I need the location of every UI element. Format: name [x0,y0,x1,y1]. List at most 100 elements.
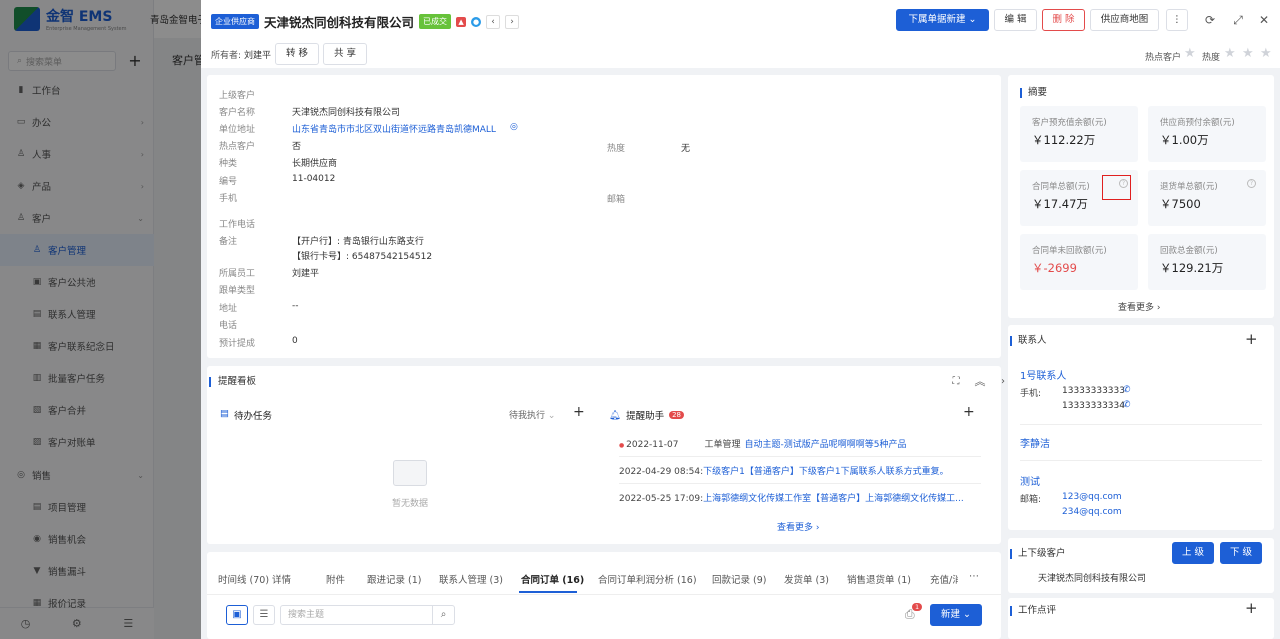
fullscreen-icon[interactable]: ⤢ [1230,12,1246,28]
summary-metric: 供应商预付余额(元) ￥1.00万 [1148,106,1266,162]
add-review-button[interactable]: + [1245,599,1258,617]
info-label: 备注 [219,237,238,247]
todo-title: 待办任务 [233,411,272,422]
info-value: 【开户行】: 青岛银行山东路支行 [292,237,424,247]
info-value: 刘建平 [292,269,320,279]
company-title: 天津锐杰同创科技有限公司 [264,15,415,30]
share-button[interactable]: 共 享 [323,43,367,65]
detail-tab[interactable]: 发货单 (3) [784,572,829,586]
active-tab-underline [519,591,577,593]
heat-field-value: 无 [681,144,691,154]
contacts-title: 联系人 [1010,336,1047,346]
metric-label: 合同单总额(元) [1032,182,1090,192]
reminder-text-link[interactable]: 自动主题-测试版产品呢啊啊啊等5种产品 [744,440,906,450]
more-options-button[interactable]: ⋮ [1166,9,1188,31]
reminder-item[interactable]: ● 2022-11-07 工单管理 自动主题-测试版产品呢啊啊啊等5种产品 [619,437,906,450]
heat-star-icon[interactable]: ★ [1242,46,1254,61]
metric-label: 退货单总额(元) [1160,182,1218,192]
address-link[interactable]: 山东省青岛市市北区双山街道怀远路青岛凯德MALL [292,122,496,135]
detail-tab[interactable]: 联系人管理 (3) [439,572,503,586]
reminder-more-link[interactable]: 查看更多 › [777,520,819,533]
owner-label: 所有者: [211,51,242,61]
phone-icon[interactable]: ✆ [1123,385,1131,395]
highlight-box [1102,175,1131,200]
contact-field-label: 邮箱: [1020,495,1042,505]
detail-tab[interactable]: 销售退货单 (1) [847,572,911,586]
card-view-toggle[interactable]: ▣ [226,605,248,625]
add-todo-button[interactable]: + [573,404,585,420]
detail-tab[interactable]: 详情 [272,572,291,586]
detail-tab[interactable]: 跟进记录 (1) [367,572,421,586]
heat-star-icon[interactable]: ★ [1224,46,1236,61]
info-value: 天津锐杰同创科技有限公司 [292,108,401,118]
child-customer-button[interactable]: 下 级 [1220,542,1262,564]
reminder-item[interactable]: 2022-04-29 08:54:下级客户1【普通客户】下级客户1下属联系人联系… [619,464,949,477]
info-value: 11-04012 [292,174,336,184]
new-record-button[interactable]: 新建 ⌄ [930,604,982,626]
todo-empty-text: 暂无数据 [392,499,429,509]
info-label: 手机 [219,194,238,204]
todo-filter-label: 待我执行 [509,411,546,421]
tabs-divider [207,594,1001,595]
parent-customer-button[interactable]: 上 级 [1172,542,1214,564]
search-icon[interactable]: ⌕ [432,606,454,624]
metric-label: 合同单未回款额(元) [1032,246,1107,256]
todo-filter-select[interactable]: 待我执行 ⌄ [509,408,555,421]
contact-field-value: 13333333334 [1062,401,1125,411]
hot-star-icon[interactable]: ★ [1184,46,1196,61]
detail-tab[interactable]: 时间线 (70) [218,572,269,586]
chevron-down-icon: ⌄ [963,609,971,620]
metric-label: 供应商预付余额(元) [1160,118,1235,128]
refresh-icon[interactable]: ⟳ [1202,12,1218,28]
contact-field-value[interactable]: 234@qq.com [1062,507,1122,517]
reminder-text-link[interactable]: 上海郭德纲文化传媒工作室【普通客户】上海郭德纲文化传媒工... [703,494,964,504]
next-record-button[interactable]: › [505,14,520,29]
cloud-icon[interactable]: ● [471,16,482,27]
location-pin-icon[interactable]: ◎ [510,122,518,132]
panel-toggle-icon[interactable]: › [1001,376,1005,387]
supplier-map-button[interactable]: 供应商地图 [1090,9,1159,31]
contact-name-link[interactable]: 测试 [1020,473,1040,488]
list-view-toggle[interactable]: ☰ [253,605,275,625]
add-reminder-button[interactable]: + [963,404,975,420]
detail-tab[interactable]: 附件 [326,572,345,586]
drawer-header: 企业供应商 天津锐杰同创科技有限公司 已成交 ▲ ● ‹ › 所有者: 刘建平 … [201,0,1280,68]
transfer-button[interactable]: 转 移 [275,43,319,65]
todo-header: ▤ 待办任务 [220,408,272,422]
expand-icon[interactable]: ⛶ [948,374,964,390]
detail-tab[interactable]: 回款记录 (9) [712,572,766,586]
empty-inbox-icon [393,460,427,486]
heat-star-icon[interactable]: ★ [1260,46,1272,61]
reminder-text-link[interactable]: 下级客户1【普通客户】下级客户1下属联系人联系方式重复。 [703,467,948,477]
reminder-item[interactable]: 2022-05-25 17:09:上海郭德纲文化传媒工作室【普通客户】上海郭德纲… [619,491,964,504]
contact-name-link[interactable]: 李静洁 [1020,435,1050,450]
prev-record-button[interactable]: ‹ [486,14,501,29]
new-sub-document-button[interactable]: 下属单据新建 ⌄ [896,9,989,31]
tab-search-placeholder: 搜索主题 [288,610,325,620]
tabs-more-icon[interactable]: ⋯ [969,571,979,582]
alert-icon[interactable]: ▲ [456,16,467,27]
customer-detail-drawer: 企业供应商 天津锐杰同创科技有限公司 已成交 ▲ ● ‹ › 所有者: 刘建平 … [201,0,1280,639]
contact-field-value[interactable]: 123@qq.com [1062,492,1122,502]
tab-search-input[interactable]: 搜索主题 ⌕ [280,605,455,625]
phone-icon[interactable]: ✆ [1123,400,1131,410]
edit-button[interactable]: 编 辑 [994,9,1037,31]
info-label: 单位地址 [219,125,256,135]
delete-button[interactable]: 删 除 [1042,9,1085,31]
chevron-down-icon: ⌄ [968,14,977,25]
detail-tab[interactable]: 合同订单利润分析 (16) [598,572,697,586]
summary-card: 摘要 查看更多 › 客户预充值余额(元) ￥112.22万 供应商预付余额(元) ￥1… [1008,75,1274,318]
reminder-board-title: 提醒看板 [209,377,256,387]
metric-value: ￥7500 [1160,197,1201,211]
contacts-card: 联系人 + 1号联系人 手机: 13333333333 ✆ 13333333334 ✆ 李静… [1008,325,1274,530]
add-contact-button[interactable]: + [1245,330,1258,348]
detail-tab[interactable]: 充值/消 [930,572,958,586]
contact-divider [1020,424,1262,425]
summary-more-link[interactable]: 查看更多 › [1118,300,1160,313]
help-icon[interactable]: ? [1247,179,1256,188]
close-icon[interactable]: ✕ [1256,12,1272,28]
contact-name-link[interactable]: 1号联系人 [1020,367,1066,382]
reminder-divider [619,456,981,457]
collapse-up-icon[interactable]: ︽ [972,374,988,390]
detail-tab[interactable]: 合同订单 (16) [521,572,584,586]
